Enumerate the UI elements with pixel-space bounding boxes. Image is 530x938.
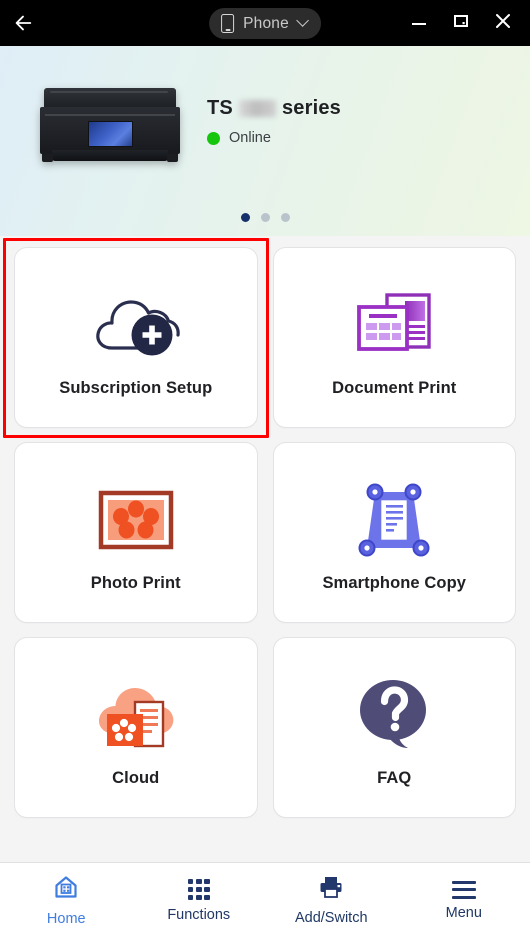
- nav-label-functions: Functions: [167, 906, 231, 923]
- card-cloud[interactable]: Cloud: [14, 637, 258, 818]
- document-print-icon: [353, 277, 435, 373]
- card-label: FAQ: [377, 769, 412, 787]
- printer-hero: TS series Online: [0, 46, 530, 236]
- card-label: Cloud: [112, 769, 160, 787]
- back-button[interactable]: [0, 0, 46, 46]
- nav-label-add-switch: Add/Switch: [294, 910, 368, 926]
- printer-name-prefix: TS: [207, 97, 233, 119]
- printer-foot-right: [166, 154, 178, 162]
- smartphone-copy-icon: [355, 472, 433, 568]
- app-window: Phone TS series Online Subscription Setu…: [0, 0, 530, 938]
- printer-name: TS series: [207, 97, 341, 120]
- card-photo-print[interactable]: Photo Print: [14, 442, 258, 623]
- cloud-plus-icon: [90, 277, 182, 373]
- card-document-print[interactable]: Document Print: [272, 247, 516, 428]
- window-titlebar: Phone: [0, 0, 530, 46]
- home-icon: [53, 874, 79, 905]
- arrow-left-icon: [12, 12, 34, 34]
- question-bubble-icon: [354, 667, 434, 763]
- printer-name-suffix: series: [281, 97, 342, 119]
- photo-print-icon: [97, 472, 175, 568]
- printer-lid: [43, 88, 176, 108]
- printer-foot-left: [41, 154, 53, 162]
- function-card-grid: Subscription Setup Document Print Photo …: [0, 236, 530, 862]
- card-label: Photo Print: [90, 574, 181, 592]
- window-controls: [398, 0, 524, 46]
- restore-icon: [452, 12, 470, 35]
- grid-dots-icon: [187, 878, 210, 901]
- card-label: Subscription Setup: [59, 379, 213, 397]
- printer-status: Online: [207, 130, 341, 146]
- device-selector[interactable]: Phone: [209, 8, 321, 39]
- pager-dot-3[interactable]: [280, 213, 290, 222]
- device-selector-label: Phone: [243, 14, 289, 32]
- phone-icon: [221, 14, 235, 33]
- minimize-button[interactable]: [398, 0, 440, 46]
- printer-illustration-wrap: [12, 88, 207, 164]
- printer-paper-tray: [51, 150, 168, 161]
- maximize-button[interactable]: [440, 0, 482, 46]
- nav-item-add-switch[interactable]: Add/Switch: [265, 863, 398, 938]
- chevron-down-icon: [296, 14, 309, 27]
- printer-icon: [318, 875, 344, 904]
- hamburger-icon: [451, 880, 476, 899]
- nav-item-menu[interactable]: Menu: [398, 863, 530, 938]
- card-faq[interactable]: FAQ: [272, 637, 516, 818]
- card-label: Document Print: [332, 379, 457, 397]
- nav-item-functions[interactable]: Functions: [133, 863, 266, 938]
- printer-seam: [44, 114, 175, 116]
- pager-dot-2[interactable]: [260, 213, 270, 222]
- pager-dots: [0, 213, 530, 222]
- card-label: Smartphone Copy: [322, 574, 467, 592]
- status-indicator-dot: [207, 131, 220, 145]
- printer-model-redacted: [238, 100, 276, 117]
- printer-illustration: [39, 88, 180, 164]
- nav-item-home[interactable]: Home: [0, 863, 133, 938]
- nav-label-home: Home: [46, 911, 86, 927]
- printer-lcd-screen: [87, 121, 133, 147]
- close-button[interactable]: [482, 0, 524, 46]
- card-subscription-setup[interactable]: Subscription Setup: [3, 238, 268, 438]
- bottom-navigation: Home Functions Add/Switch Menu: [0, 862, 530, 938]
- minimize-icon: [410, 12, 428, 35]
- status-badge: Online: [229, 130, 271, 146]
- close-icon: [494, 12, 512, 35]
- printer-info: TS series Online: [207, 88, 341, 146]
- pager-dot-1[interactable]: [240, 213, 250, 222]
- cloud-document-icon: [93, 667, 179, 763]
- nav-label-menu: Menu: [445, 904, 482, 921]
- card-smartphone-copy[interactable]: Smartphone Copy: [272, 442, 516, 623]
